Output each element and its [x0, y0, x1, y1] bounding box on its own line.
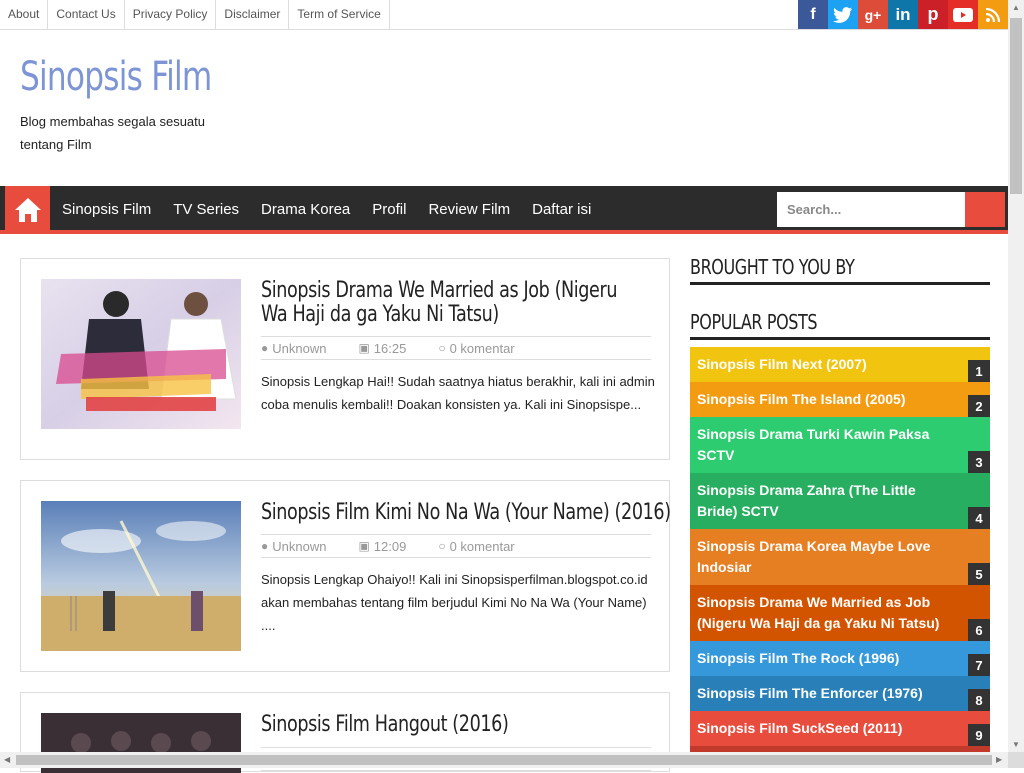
post-thumbnail[interactable] [41, 501, 241, 651]
social-icons: f g+ in p [798, 0, 1008, 29]
site-description: Blog membahas segala sesuatu tentang Fil… [20, 114, 206, 152]
popular-post-item[interactable]: Sinopsis Film The Enforcer (1976) 8 [690, 676, 990, 711]
post-title[interactable]: Sinopsis Drama We Married as Job (Nigeru… [261, 279, 645, 327]
post-meta: ● Unknown ▣ 16:25 ○ 0 komentar [261, 336, 651, 360]
facebook-icon[interactable]: f [798, 0, 828, 29]
post-comments[interactable]: ○ 0 komentar [438, 341, 530, 356]
search-input[interactable] [777, 192, 965, 227]
top-link-about[interactable]: About [0, 0, 49, 29]
search-button[interactable] [965, 192, 1005, 227]
scroll-down-icon[interactable]: ▼ [1012, 740, 1020, 749]
nav-item-daftar-isi[interactable]: Daftar isi [521, 186, 602, 234]
site-title[interactable]: Sinopsis Film [20, 54, 212, 100]
post-comments[interactable]: ○ 0 komentar [438, 539, 530, 554]
post-title[interactable]: Sinopsis Film Hangout (2016) [261, 713, 509, 737]
popular-post-number: 1 [968, 360, 990, 382]
post-author: ● Unknown [261, 538, 327, 554]
nav-item-review-film[interactable]: Review Film [417, 186, 521, 234]
post-thumbnail[interactable] [41, 279, 241, 429]
vertical-scroll-thumb[interactable] [1010, 18, 1022, 194]
horizontal-scroll-thumb[interactable] [16, 755, 992, 765]
vertical-scrollbar[interactable]: ▲ ▼ [1008, 0, 1024, 752]
main-nav: Sinopsis Film TV Series Drama Korea Prof… [0, 186, 1008, 234]
popular-post-number: 5 [968, 563, 990, 585]
widget-title-popular: POPULAR POSTS [690, 310, 990, 340]
post-card: Sinopsis Drama We Married as Job (Nigeru… [20, 258, 670, 460]
popular-post-number: 7 [968, 654, 990, 676]
post-excerpt: Sinopsis Lengkap Hai!! Sudah saatnya hia… [261, 374, 655, 412]
popular-post-number: 2 [968, 395, 990, 417]
popular-post-item[interactable]: Sinopsis Film The Island (2005) 2 [690, 382, 990, 417]
top-link-terms[interactable]: Term of Service [289, 0, 390, 29]
popular-post-item[interactable]: Sinopsis Drama We Married as Job (Nigeru… [690, 585, 990, 641]
popular-post-item[interactable]: Sinopsis Film The Rock (1996) 7 [690, 641, 990, 676]
nav-links: Sinopsis Film TV Series Drama Korea Prof… [51, 186, 602, 234]
user-icon: ● [261, 539, 269, 553]
popular-post-number: 8 [968, 689, 990, 711]
user-icon: ● [261, 341, 269, 355]
scroll-up-icon[interactable]: ▲ [1012, 3, 1020, 12]
nav-item-sinopsis-film[interactable]: Sinopsis Film [51, 186, 162, 234]
top-bar: About Contact Us Privacy Policy Disclaim… [0, 0, 1008, 30]
scroll-right-icon[interactable]: ▶ [996, 755, 1002, 764]
comment-icon: ○ [438, 341, 446, 355]
popular-post-item[interactable]: Sinopsis Film SuckSeed (2011) 9 [690, 711, 990, 746]
post-time: ▣ 16:25 [358, 340, 407, 356]
top-links: About Contact Us Privacy Policy Disclaim… [0, 0, 390, 29]
post-title[interactable]: Sinopsis Film Kimi No Na Wa (Your Name) … [261, 501, 671, 525]
popular-post-item[interactable]: Sinopsis Film Next (2007) 1 [690, 347, 990, 382]
top-link-contact[interactable]: Contact Us [48, 0, 125, 29]
top-link-disclaimer[interactable]: Disclaimer [216, 0, 290, 29]
popular-post-number: 4 [968, 507, 990, 529]
top-link-privacy[interactable]: Privacy Policy [125, 0, 217, 29]
home-button[interactable] [5, 186, 50, 234]
comment-icon: ○ [438, 539, 446, 553]
popular-post-item[interactable]: Sinopsis Drama Zahra (The Little Bride) … [690, 473, 990, 529]
calendar-icon: ▣ [358, 341, 370, 355]
popular-post-item[interactable]: Sinopsis Drama Korea Maybe Love Indosiar… [690, 529, 990, 585]
nav-item-drama-korea[interactable]: Drama Korea [250, 186, 361, 234]
post-author: ● Unknown [261, 340, 327, 356]
rss-icon[interactable] [978, 0, 1008, 29]
google-plus-icon[interactable]: g+ [858, 0, 888, 29]
nav-item-tv-series[interactable]: TV Series [162, 186, 250, 234]
horizontal-scrollbar[interactable]: ◀ ▶ [0, 752, 1008, 768]
widget-title-brought: BROUGHT TO YOU BY [690, 255, 990, 285]
calendar-icon: ▣ [358, 539, 370, 553]
post-excerpt: Sinopsis Lengkap Ohaiyo!! Kali ini Sinop… [261, 572, 648, 633]
twitter-icon[interactable] [828, 0, 858, 29]
popular-post-number: 3 [968, 451, 990, 473]
nav-item-profil[interactable]: Profil [361, 186, 417, 234]
linkedin-icon[interactable]: in [888, 0, 918, 29]
post-card: Sinopsis Film Kimi No Na Wa (Your Name) … [20, 480, 671, 672]
pinterest-icon[interactable]: p [918, 0, 948, 29]
post-time: ▣ 12:09 [358, 538, 407, 554]
popular-post-number: 9 [968, 724, 990, 746]
youtube-icon[interactable] [948, 0, 978, 29]
scroll-left-icon[interactable]: ◀ [4, 755, 10, 764]
popular-post-number: 6 [968, 619, 990, 641]
scrollbar-corner [1008, 752, 1024, 768]
popular-post-item[interactable]: Sinopsis Drama Turki Kawin Paksa SCTV 3 [690, 417, 990, 473]
post-meta: ● Unknown ▣ 12:09 ○ 0 komentar [261, 534, 651, 558]
home-icon [14, 198, 41, 222]
